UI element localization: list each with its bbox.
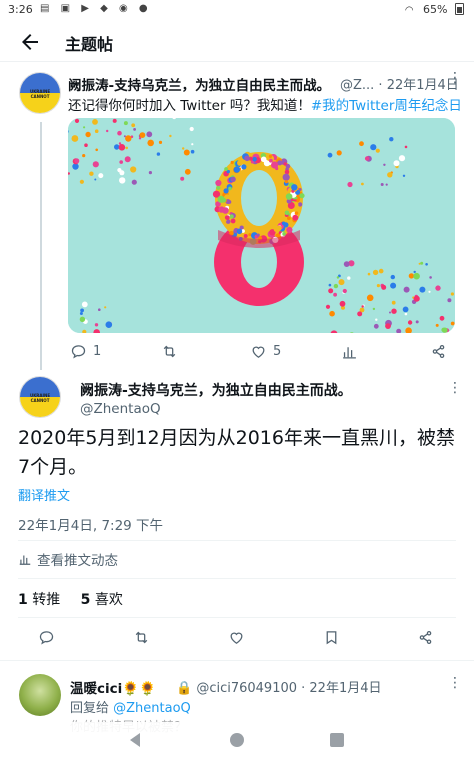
notification-icons: ▤ ▣ ▶ ◆ ◉ ● [40,3,152,14]
nav-back-icon[interactable] [126,730,146,750]
tweet2-handle[interactable]: @ZhentaoQ [80,401,161,417]
like-count: 5 [273,343,282,359]
divider [18,540,456,541]
reply-button[interactable] [38,626,61,648]
hashtag-link[interactable]: #我的Twitter周年纪念日 [311,98,462,114]
like-stat-label[interactable]: 喜欢 [95,592,123,608]
heart-icon [252,346,265,358]
system-nav-bar [0,722,474,758]
tweet2-timestamp: 22年1月4日, 7:29 下午 [18,518,164,534]
share-icon [432,344,445,358]
avatar[interactable] [19,674,61,716]
mention-link[interactable]: @ZhentaoQ [113,701,191,716]
reply-context: 回复给 @ZhentaoQ [70,697,191,716]
tweet1-text: 还记得你何时加入 Twitter 吗？我知道！#我的Twitter周年纪念日 [68,94,462,114]
share-icon [419,630,432,644]
tweet3-display-name[interactable]: 温暖cici🌻🌻 [70,677,156,697]
tweet2-text: 2020年5月到12月因为从2016年来一直黑川，被禁7个月。 [18,427,455,478]
tweet-stats: 1 转推 5 喜欢 [18,589,139,609]
reply-icon [71,344,86,358]
reply-icon [39,630,54,644]
avatar-caption: UKRAINE CANNOT [29,393,51,403]
avatar[interactable]: UKRAINE CANNOT [19,376,61,418]
divider [0,660,474,661]
avatar-caption: UKRAINE CANNOT [29,89,51,99]
confetti-eight-illustration [68,118,455,333]
retweet-stat-count[interactable]: 1 [18,592,28,608]
share-button[interactable] [417,626,440,648]
tweet3-handle-date-text: @cici76049100 · 22年1月4日 [196,681,382,696]
analytics-button[interactable] [341,340,364,362]
more-options-icon[interactable]: ⋮ [448,380,462,396]
tweet3-handle-date: 🔒 @cici76049100 · 22年1月4日 [176,677,382,696]
view-tweet-activity[interactable]: 查看推文动态 [18,549,118,569]
retweet-icon [135,631,148,643]
reply-count: 1 [93,343,102,359]
tweet2-actions [0,626,474,648]
analytics-icon [19,555,31,565]
share-button[interactable] [430,340,453,362]
reply-button[interactable]: 1 [70,340,101,362]
divider [18,578,456,579]
tweet1-handle-date: @Z... · 22年1月4日 [340,78,459,93]
tweet1-actions: 1 5 [0,340,474,362]
more-options-icon[interactable]: ⋮ [448,675,462,691]
reply-prefix: 回复给 [70,701,110,716]
like-stat-count[interactable]: 5 [81,592,91,608]
back-arrow-icon[interactable] [18,30,42,54]
heart-icon [230,632,243,644]
avatar[interactable]: UKRAINE CANNOT [19,72,61,114]
tweet1-display-name[interactable]: 阙振涛-支持乌克兰，为独立自由民主而战。 [68,74,330,94]
translate-tweet-link[interactable]: 翻译推文 [18,485,70,504]
battery-level: 65% [423,3,448,16]
divider [18,617,456,618]
bookmark-button[interactable] [323,626,346,648]
page-title: 主题帖 [65,35,114,54]
bookmark-icon [326,630,337,644]
top-app-bar: 主题帖 [0,22,474,62]
nav-home-icon[interactable] [227,730,247,750]
tweet2-display-name[interactable]: 阙振涛-支持乌克兰，为独立自由民主而战。 [80,380,352,400]
analytics-icon [343,346,356,359]
nav-recents-icon[interactable] [327,730,347,750]
retweet-button[interactable] [161,340,184,362]
status-bar: 3:26 ▤ ▣ ▶ ◆ ◉ ● ◠ 65% [0,0,474,20]
tweet1-body: 还记得你何时加入 Twitter 吗？我知道！ [68,98,311,114]
activity-label: 查看推文动态 [37,553,118,569]
retweet-button[interactable] [133,626,156,648]
retweet-stat-label[interactable]: 转推 [32,592,60,608]
retweet-icon [163,345,176,357]
battery-icon [455,3,464,15]
status-right: ◠ 65% [405,3,464,16]
like-button[interactable]: 5 [250,340,281,362]
thread-connector-line [40,122,42,370]
more-options-icon[interactable]: ⋮ [448,70,462,86]
wifi-icon: ◠ [404,5,414,16]
tweet1-media-image[interactable] [68,118,455,333]
like-button[interactable] [228,626,251,648]
lock-icon: 🔒 [176,681,193,696]
status-time: 3:26 [8,3,33,16]
